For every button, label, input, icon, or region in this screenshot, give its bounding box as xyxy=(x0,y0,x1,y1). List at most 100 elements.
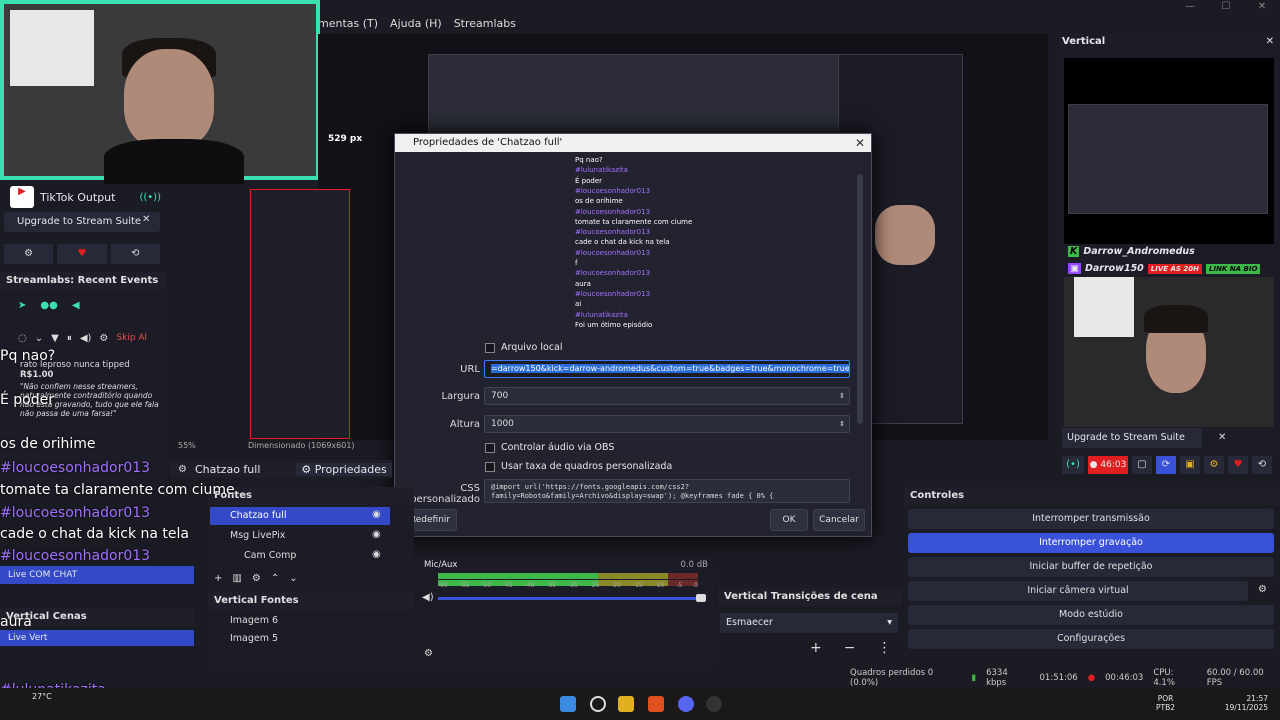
volume-icon[interactable]: ◀) xyxy=(422,592,434,603)
source-item-camcomp[interactable]: Cam Comp xyxy=(224,547,394,565)
scene-live-com-chat[interactable]: Live COM CHAT xyxy=(0,566,194,584)
source-item-imagem6[interactable]: Imagem 6 xyxy=(210,612,390,630)
users-icon[interactable]: ●● xyxy=(40,300,57,311)
eye-icon[interactable]: ◉ xyxy=(372,509,381,520)
chevron-down-icon[interactable]: ⌄ xyxy=(35,333,43,344)
upgrade-button[interactable]: Upgrade to Stream Suite xyxy=(4,212,160,232)
gear-icon[interactable]: ⚙ xyxy=(4,244,54,264)
gear-icon[interactable]: ⚙ xyxy=(1204,456,1224,474)
clock[interactable]: 21:57 19/11/2025 xyxy=(1222,694,1268,712)
plus-icon[interactable]: + xyxy=(810,640,822,656)
broadcast-icon[interactable]: (•) xyxy=(1062,456,1084,474)
minimize-icon[interactable]: — xyxy=(1172,0,1208,14)
preview-dimension: Dimensionado (1069x601) xyxy=(248,441,355,450)
close-icon[interactable]: ✕ xyxy=(855,134,865,152)
chevron-up-icon[interactable]: ⌃ xyxy=(271,573,279,584)
windows-start-icon[interactable] xyxy=(560,696,576,712)
heart-icon[interactable]: ♥ xyxy=(1228,456,1248,474)
gear-icon[interactable]: ⚙ xyxy=(178,464,187,475)
lang-indicator[interactable]: POR PTB2 xyxy=(1156,694,1175,712)
stepper-icon[interactable]: ⇕ xyxy=(839,416,845,432)
volume-icon[interactable]: ◀) xyxy=(80,333,92,344)
gear-icon[interactable]: ⚙ xyxy=(252,573,261,584)
eye-off-icon[interactable]: ◌ xyxy=(18,333,27,344)
chevron-down-icon[interactable]: ⌄ xyxy=(289,573,297,584)
transition-select[interactable]: Esmaecer ▾ xyxy=(720,613,898,633)
replay-buffer-button[interactable]: Iniciar buffer de repetição xyxy=(908,557,1274,577)
overlay-chat-line: #loucoesonhador013 xyxy=(0,460,151,476)
url-input[interactable]: =darrow150&kick=darrow-andromedus&custom… xyxy=(484,360,850,378)
folder-icon[interactable] xyxy=(618,696,634,712)
maximize-icon[interactable]: ☐ xyxy=(1208,0,1244,14)
settings-icon[interactable]: ⚙ xyxy=(99,333,108,344)
sync-icon[interactable]: ⟲ xyxy=(1252,456,1272,474)
source-item-livepix[interactable]: Msg LivePix xyxy=(210,527,390,545)
skip-alert-button[interactable]: Skip Al xyxy=(116,333,147,344)
width-input[interactable]: 700 ⇕ xyxy=(484,387,850,405)
virtual-camera-button[interactable]: Iniciar câmera virtual xyxy=(908,581,1248,601)
gear-icon[interactable]: ⚙ xyxy=(1258,584,1267,595)
volume-slider-handle[interactable] xyxy=(696,594,706,602)
more-icon[interactable]: ⋮ xyxy=(877,640,891,656)
obs-icon[interactable] xyxy=(706,696,722,712)
studio-mode-button[interactable]: Modo estúdio xyxy=(908,605,1274,625)
pause-icon[interactable]: ⏸ xyxy=(67,333,72,344)
record-timer[interactable]: ● 46:03 xyxy=(1088,456,1128,474)
height-input[interactable]: 1000 ⇕ xyxy=(484,415,850,433)
window-controls: — ☐ ✕ xyxy=(1172,0,1280,14)
replay-icon[interactable]: ⟳ xyxy=(1156,456,1176,474)
stepper-icon[interactable]: ⇕ xyxy=(839,388,845,404)
vertical-nested xyxy=(1068,104,1268,214)
source-item-chatzao[interactable]: Chatzao full xyxy=(210,507,390,525)
menu-item-ajuda[interactable]: Ajuda (H) xyxy=(390,17,442,30)
minus-icon[interactable]: − xyxy=(844,640,856,656)
stop-recording-button[interactable]: Interromper gravação xyxy=(908,533,1274,553)
vertical-transitions-title: Vertical Transições de cena xyxy=(724,591,878,602)
chat-line: É poder xyxy=(575,176,603,185)
trash-icon[interactable]: ▥ xyxy=(232,573,241,584)
weather[interactable]: 27°C xyxy=(32,692,52,701)
filter-icon[interactable]: ▼ xyxy=(51,333,59,344)
broadcast-icon[interactable]: ((•)) xyxy=(139,192,161,203)
menu-item-ferramentas[interactable]: mentas (T) xyxy=(318,17,378,30)
close-icon[interactable]: ✕ xyxy=(1266,34,1274,50)
fps-checkbox[interactable] xyxy=(485,461,495,472)
cancel-button[interactable]: Cancelar xyxy=(813,509,865,531)
eye-icon[interactable]: ◉ xyxy=(372,529,381,540)
close-icon[interactable]: ✕ xyxy=(142,214,150,225)
search-icon[interactable] xyxy=(590,696,606,712)
close-icon[interactable]: ✕ xyxy=(1244,0,1280,14)
vertical-light xyxy=(1074,277,1134,337)
brave-icon[interactable] xyxy=(648,696,664,712)
heart-icon[interactable]: ♥ xyxy=(57,244,107,264)
folder-icon[interactable]: ▣ xyxy=(1180,456,1200,474)
stop-stream-button[interactable]: Interromper transmissão xyxy=(908,509,1274,529)
volume-slider[interactable] xyxy=(438,597,702,600)
chat-line: #loucoesonhador013 xyxy=(575,269,651,278)
person-face xyxy=(124,49,214,149)
dialog-scrollbar[interactable] xyxy=(857,174,863,424)
eye-icon[interactable]: ◉ xyxy=(372,549,381,560)
settings-button[interactable]: Configurações xyxy=(908,629,1274,649)
menu-item-streamlabs[interactable]: Streamlabs xyxy=(454,17,516,30)
scene-live-vert[interactable]: Live Vert xyxy=(0,630,194,646)
meter-tick: -20 xyxy=(611,582,622,589)
audio-checkbox[interactable] xyxy=(485,442,495,453)
ok-button[interactable]: OK xyxy=(770,509,808,531)
sync-icon[interactable]: ⟲ xyxy=(110,244,160,264)
plus-icon[interactable]: + xyxy=(214,573,222,584)
gear-icon[interactable]: ⚙ xyxy=(424,648,433,659)
square-icon[interactable]: ▢ xyxy=(1132,456,1152,474)
height-label: Altura xyxy=(449,418,480,430)
vertical-upgrade-button[interactable]: Upgrade to Stream Suite xyxy=(1062,428,1202,448)
properties-button[interactable]: ⚙ Propriedades xyxy=(296,462,392,476)
source-item-imagem5[interactable]: Imagem 5 xyxy=(210,630,390,648)
css-row: CSS personalizado @import url('https://f… xyxy=(395,479,850,505)
local-file-checkbox[interactable] xyxy=(485,342,495,353)
close-icon[interactable]: ✕ xyxy=(1218,432,1226,443)
signal-icon: ▮ xyxy=(971,673,977,683)
megaphone-icon[interactable]: ◀ xyxy=(72,300,80,311)
send-icon[interactable]: ➤ xyxy=(18,300,26,311)
discord-icon[interactable] xyxy=(678,696,694,712)
css-input[interactable]: @import url('https://fonts.googleapis.co… xyxy=(484,479,850,503)
